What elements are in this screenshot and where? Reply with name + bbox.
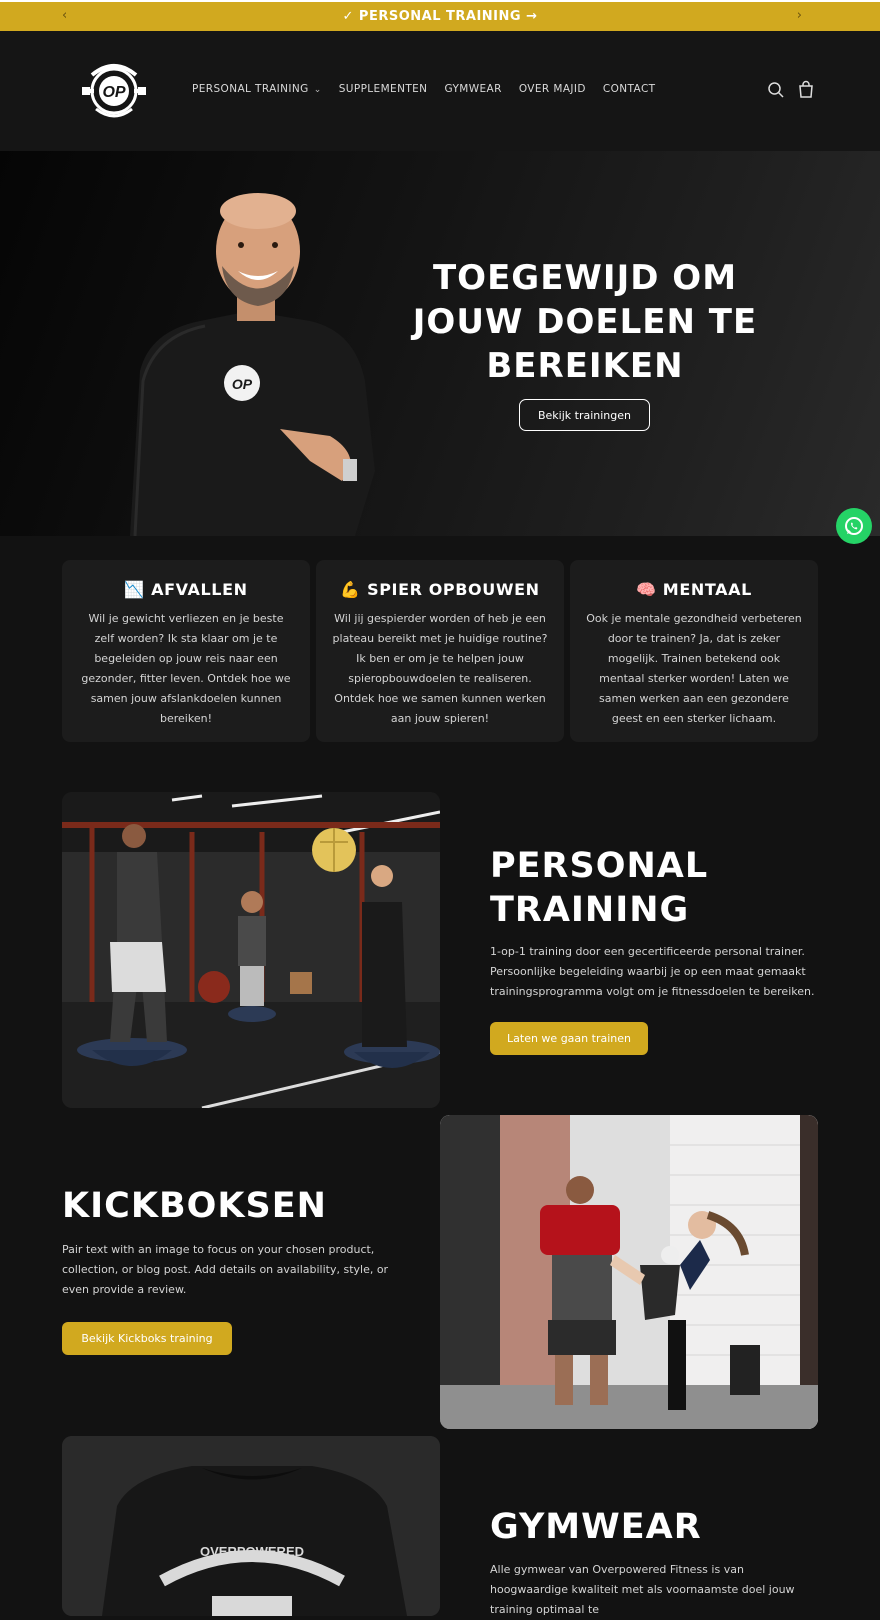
whatsapp-button[interactable] (836, 508, 872, 544)
card-spier-opbouwen: 💪 SPIER OPBOUWEN Wil jij gespierder word… (316, 560, 564, 742)
search-icon[interactable] (766, 80, 786, 100)
announcement-next-icon[interactable]: › (797, 8, 802, 23)
svg-text:OP: OP (102, 84, 125, 101)
start-training-button[interactable]: Laten we gaan trainen (490, 1022, 648, 1055)
kickboksen-text: Pair text with an image to focus on your… (62, 1243, 389, 1296)
personal-training-photo (62, 792, 440, 1108)
nav-personal-training[interactable]: PERSONAL TRAINING ⌄ (192, 83, 322, 95)
nav-contact[interactable]: CONTACT (603, 83, 656, 95)
announcement-bar: ‹ ✓ PERSONAL TRAINING → › (0, 0, 880, 31)
svg-text:OP: OP (232, 376, 253, 392)
view-kickboxing-button[interactable]: Bekijk Kickboks training (62, 1322, 232, 1355)
kickboxing-photo (440, 1115, 818, 1429)
card-title: 🧠 MENTAAL (636, 580, 752, 599)
site-logo[interactable]: OP (80, 57, 148, 125)
hero-banner: OP TOEGEWIJD OM JOUW DOELEN TE BEREIKEN … (0, 151, 880, 536)
card-title: 📉 AFVALLEN (124, 580, 248, 599)
view-trainings-button[interactable]: Bekijk trainingen (519, 399, 650, 431)
card-text: Wil je gewicht verliezen en je beste zel… (81, 612, 291, 725)
whatsapp-icon (845, 517, 863, 535)
card-afvallen: 📉 AFVALLEN Wil je gewicht verliezen en j… (62, 560, 310, 742)
announcement-link[interactable]: ✓ PERSONAL TRAINING → (343, 9, 538, 24)
gymwear-text: Alle gymwear van Overpowered Fitness is … (490, 1563, 795, 1616)
card-text: Wil jij gespierder worden of heb je een … (332, 612, 548, 725)
main-nav: PERSONAL TRAINING ⌄ SUPPLEMENTEN GYMWEAR … (192, 83, 655, 95)
card-title: 💪 SPIER OPBOUWEN (340, 580, 540, 599)
personal-training-text: 1-op-1 training door een gecertificeerde… (490, 945, 815, 998)
nav-supplementen[interactable]: SUPPLEMENTEN (339, 83, 428, 95)
hero-title: TOEGEWIJD OM JOUW DOELEN TE BEREIKEN (412, 258, 758, 386)
trainer-photo: OP (130, 193, 375, 536)
nav-personal-training-label: PERSONAL TRAINING (192, 83, 309, 95)
personal-training-title: PERSONAL TRAINING (490, 846, 709, 930)
cart-icon[interactable] (796, 80, 816, 100)
announcement-prev-icon[interactable]: ‹ (62, 8, 67, 23)
chevron-down-icon: ⌄ (313, 85, 322, 95)
kickboksen-title: KICKBOKSEN (62, 1186, 327, 1226)
nav-over-majid[interactable]: OVER MAJID (519, 83, 586, 95)
card-text: Ook je mentale gezondheid verbeteren doo… (586, 612, 802, 725)
nav-gymwear[interactable]: GYMWEAR (444, 83, 501, 95)
gymwear-photo: OVERPOWERED (62, 1436, 440, 1616)
site-header: OP PERSONAL TRAINING ⌄ SUPPLEMENTEN GYMWE… (0, 31, 880, 151)
shirt-print-text: OVERPOWERED (200, 1544, 304, 1559)
gymwear-title: GYMWEAR (490, 1507, 702, 1547)
card-mentaal: 🧠 MENTAAL Ook je mentale gezondheid verb… (570, 560, 818, 742)
